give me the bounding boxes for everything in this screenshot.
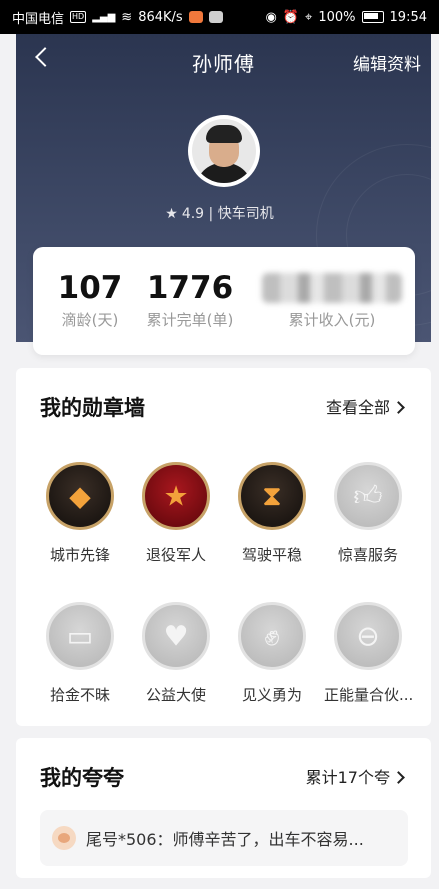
stat-label: 滴龄(天) (61, 311, 119, 329)
top-bar: 孙师傅 编辑资料 (16, 34, 431, 90)
battery-percent: 100% (318, 9, 356, 25)
praise-count-link[interactable]: 累计17个夸 (306, 764, 405, 788)
veteran-star-medal-icon: ★ (142, 462, 210, 530)
stat-completed-orders: 1776 累计完单(单) (135, 269, 245, 330)
praise-card: 我的夸夸 累计17个夸 尾号*506：师傅辛苦了，出车不容易... (16, 738, 431, 878)
network-speed: 864K/s (138, 9, 183, 25)
view-all-medals-link[interactable]: 查看全部 (326, 394, 405, 418)
battery-icon (361, 11, 384, 23)
medal-item[interactable]: 👍︎ 惊喜服务 (324, 462, 412, 565)
eye-icon: ◉ (265, 9, 277, 25)
clock: 19:54 (389, 9, 427, 25)
medal-wall-card: 我的勋章墙 查看全部 ◆ 城市先锋 ★ 退役军人 ⧗ 驾驶平稳 👍︎ 惊喜服务 … (16, 368, 431, 726)
edit-profile-button[interactable]: 编辑资料 (353, 50, 421, 75)
pioneer-medal-icon: ◆ (46, 462, 114, 530)
stat-driving-days: 107 滴龄(天) (45, 269, 135, 330)
stats-card: 107 滴龄(天) 1776 累计完单(单) 累计收入(元) (33, 247, 415, 355)
location-icon: ⌖ (305, 9, 313, 25)
rating-separator: | (208, 206, 214, 222)
medal-item[interactable]: ★ 退役军人 (132, 462, 220, 565)
passenger-avatar-icon (52, 826, 76, 850)
star-icon: ★ (165, 206, 178, 222)
medal-item[interactable]: ⧗ 驾驶平稳 (228, 462, 316, 565)
stat-total-income: 累计收入(元) (259, 269, 405, 330)
blurred-income-value (262, 273, 402, 303)
hd-badge: HD (70, 11, 87, 23)
rating-value: 4.9 (181, 206, 205, 222)
praise-comment[interactable]: 尾号*506：师傅辛苦了，出车不容易... (40, 810, 408, 866)
medal-item[interactable]: ♥ 公益大使 (132, 602, 220, 705)
praise-comment-text: 尾号*506：师傅辛苦了，出车不容易... (86, 830, 364, 849)
muscle-medal-icon: ✊︎ (238, 602, 306, 670)
status-bar: 中国电信 HD ▂▄▆ ≋ 864K/s ◉ ⏰ ⌖ 100% 19:54 (0, 0, 439, 34)
driver-role: 快车司机 (217, 206, 274, 222)
carrier-label: 中国电信 (12, 11, 65, 27)
chevron-right-icon (392, 401, 405, 414)
medal-item[interactable]: ◆ 城市先锋 (36, 462, 124, 565)
medal-item[interactable]: ⊖ 正能量合伙... (324, 602, 413, 705)
stat-label: 累计完单(单) (146, 311, 234, 329)
stat-label: 累计收入(元) (288, 311, 376, 329)
wifi-icon: ≋ (121, 9, 133, 25)
signal-icon: ▂▄▆ (92, 11, 116, 23)
praise-title: 我的夸夸 (40, 766, 124, 790)
driver-rating: ★ 4.9 | 快车司机 (0, 203, 439, 223)
heart-medal-icon: ♥ (142, 602, 210, 670)
card-medal-icon: ▭ (46, 602, 114, 670)
hourglass-medal-icon: ⧗ (238, 462, 306, 530)
medal-item[interactable]: ▭ 拾金不昧 (36, 602, 124, 705)
app-notification-icon (188, 11, 203, 23)
wechat-icon (208, 11, 223, 23)
medal-item[interactable]: ✊︎ 见义勇为 (228, 602, 316, 705)
thumbs-up-medal-icon: 👍︎ (334, 462, 402, 530)
stat-value: 107 (57, 270, 123, 306)
medal-wall-title: 我的勋章墙 (40, 396, 145, 420)
avatar[interactable] (188, 115, 260, 187)
stat-value: 1776 (146, 270, 234, 306)
alarm-icon: ⏰ (282, 9, 300, 25)
planet-medal-icon: ⊖ (334, 602, 402, 670)
chevron-right-icon (392, 771, 405, 784)
